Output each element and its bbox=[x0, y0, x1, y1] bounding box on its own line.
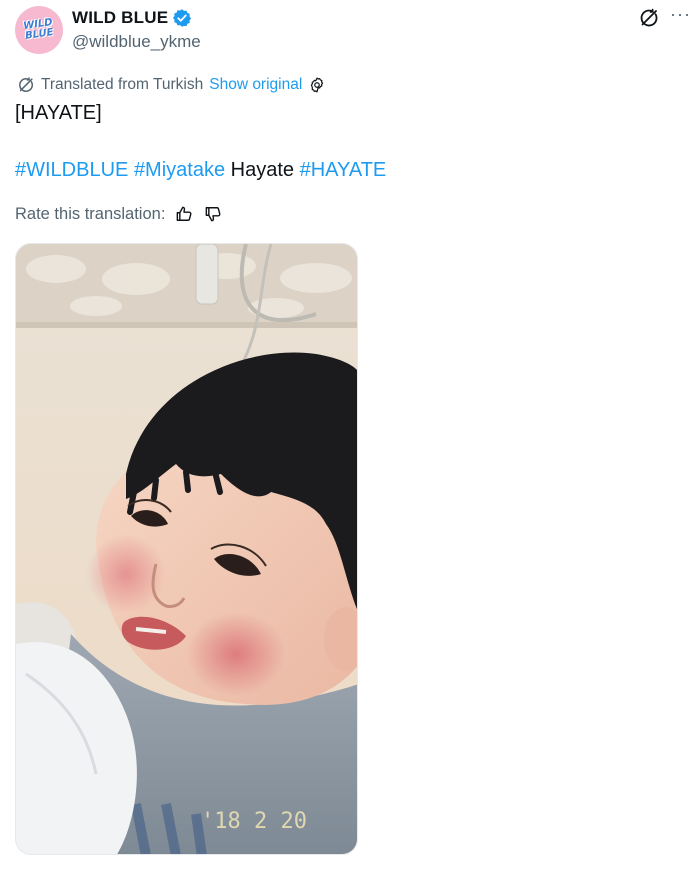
tweet-text-hayate: Hayate bbox=[225, 159, 300, 181]
avatar[interactable]: WILD BLUE bbox=[15, 6, 63, 54]
author-name-row: WILD BLUE bbox=[72, 8, 192, 28]
tweet-photo[interactable]: '18 2 20 bbox=[15, 243, 358, 855]
translate-icon[interactable] bbox=[637, 6, 661, 30]
rate-translation-label: Rate this translation: bbox=[15, 204, 166, 223]
thumbs-down-icon[interactable] bbox=[203, 204, 223, 224]
child-photo-illustration: '18 2 20 bbox=[16, 244, 357, 854]
hashtag-wildblue[interactable]: #WILDBLUE bbox=[15, 159, 128, 181]
photo-date-stamp: '18 2 20 bbox=[201, 809, 307, 834]
author-handle[interactable]: @wildblue_ykme bbox=[72, 32, 201, 52]
translated-from-label: Translated from Turkish bbox=[41, 76, 204, 93]
tweet-title: [HAYATE] bbox=[15, 102, 102, 124]
more-icon[interactable]: ··· bbox=[670, 4, 691, 24]
rate-translation-row: Rate this translation: bbox=[15, 204, 223, 224]
avatar-logo-text: WILD BLUE bbox=[22, 17, 55, 42]
thumbs-up-icon[interactable] bbox=[174, 204, 194, 224]
verified-badge-icon bbox=[173, 9, 192, 27]
show-original-link[interactable]: Show original bbox=[209, 76, 302, 94]
settings-icon[interactable] bbox=[308, 76, 326, 94]
translate-icon bbox=[19, 77, 33, 92]
hashtag-miyatake[interactable]: #Miyatake bbox=[134, 159, 225, 181]
tweet-hashtag-line: #WILDBLUE #Miyatake Hayate #HAYATE bbox=[15, 159, 386, 182]
translation-notice: Translated from Turkish Show original bbox=[16, 75, 326, 95]
display-name[interactable]: WILD BLUE bbox=[72, 8, 168, 28]
hashtag-hayate[interactable]: #HAYATE bbox=[300, 159, 387, 181]
